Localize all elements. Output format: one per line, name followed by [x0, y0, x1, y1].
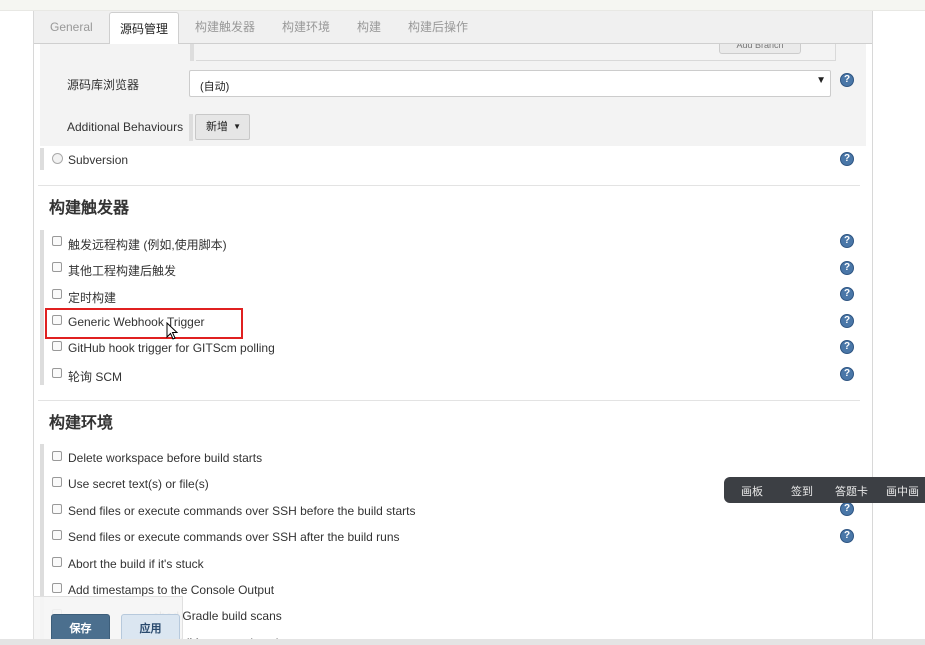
env-ssh-before-label: Send files or execute commands over SSH …: [68, 504, 416, 518]
divider: [38, 400, 860, 401]
help-icon[interactable]: ?: [840, 340, 854, 354]
help-icon[interactable]: ?: [840, 152, 854, 166]
behaviours-indent-bar: [189, 114, 193, 141]
subversion-label: Subversion: [68, 153, 129, 167]
trigger-remote-checkbox[interactable]: [52, 236, 62, 246]
subversion-radio[interactable]: [52, 153, 63, 164]
env-secret-label: Use secret text(s) or file(s): [68, 477, 209, 491]
trigger-after-other-checkbox[interactable]: [52, 262, 62, 272]
build-triggers-title: 构建触发器: [49, 200, 130, 217]
add-behaviour-label: 新增: [206, 121, 228, 133]
branch-indent-bar: [190, 44, 194, 61]
help-icon[interactable]: ?: [840, 314, 854, 328]
tab-build-environment[interactable]: 构建环境: [272, 11, 340, 44]
add-branch-button[interactable]: Add Branch: [719, 44, 801, 54]
scm-indent-bar: [40, 148, 44, 170]
trigger-remote-label: 触发远程构建 (例如,使用脚本): [68, 238, 227, 252]
help-icon[interactable]: ?: [840, 261, 854, 275]
trigger-github-hook-checkbox[interactable]: [52, 341, 62, 351]
env-delete-workspace-label: Delete workspace before build starts: [68, 451, 263, 465]
highlight-box: [45, 308, 243, 339]
repo-browser-value: (自动): [200, 81, 230, 93]
add-behaviour-button[interactable]: 新增 ▼: [195, 114, 250, 140]
toolbar-pip[interactable]: 画中画: [886, 483, 919, 499]
env-secret-checkbox[interactable]: [52, 477, 62, 487]
toolbar-checkin[interactable]: 签到: [791, 483, 813, 499]
tab-bar: General 源码管理 构建触发器 构建环境 构建 构建后操作: [34, 11, 872, 45]
env-delete-workspace-checkbox[interactable]: [52, 451, 62, 461]
env-ssh-before-checkbox[interactable]: [52, 504, 62, 514]
toolbar-whiteboard[interactable]: 画板: [741, 483, 763, 499]
horizontal-scrollbar[interactable]: [0, 639, 925, 645]
help-icon[interactable]: ?: [840, 73, 854, 87]
tab-build[interactable]: 构建: [347, 11, 391, 44]
overlay-toolbar: 画板 签到 答题卡 画中画: [724, 477, 925, 503]
trigger-periodic-label: 定时构建: [68, 291, 117, 305]
tab-general[interactable]: General: [40, 11, 103, 44]
divider: [38, 185, 860, 186]
env-timestamps-checkbox[interactable]: [52, 583, 62, 593]
trigger-after-other-label: 其他工程构建后触发: [68, 264, 177, 278]
mouse-cursor-icon: [166, 322, 179, 340]
help-icon[interactable]: ?: [840, 529, 854, 543]
env-ssh-after-label: Send files or execute commands over SSH …: [68, 530, 400, 544]
tab-scm[interactable]: 源码管理: [109, 12, 180, 45]
trigger-poll-scm-checkbox[interactable]: [52, 368, 62, 378]
help-icon[interactable]: ?: [840, 234, 854, 248]
select-arrow-icon: ▼: [816, 75, 826, 86]
dropdown-caret-icon: ▼: [233, 122, 241, 131]
triggers-indent-bar: [40, 230, 44, 385]
build-environment-title: 构建环境: [49, 415, 114, 432]
repo-browser-label: 源码库浏览器: [67, 78, 140, 92]
env-abort-stuck-checkbox[interactable]: [52, 557, 62, 567]
tab-build-triggers[interactable]: 构建触发器: [185, 11, 265, 44]
env-timestamps-label: Add timestamps to the Console Output: [68, 583, 275, 597]
toolbar-answer-card[interactable]: 答题卡: [835, 483, 868, 499]
tab-post-build[interactable]: 构建后操作: [398, 11, 478, 44]
top-strip: [0, 0, 925, 11]
trigger-periodic-checkbox[interactable]: [52, 289, 62, 299]
additional-behaviours-label: Additional Behaviours: [67, 120, 184, 134]
repo-browser-select[interactable]: (自动) ▼: [189, 70, 831, 97]
trigger-poll-scm-label: 轮询 SCM: [68, 370, 123, 384]
env-abort-stuck-label: Abort the build if it's stuck: [68, 557, 204, 571]
trigger-github-hook-label: GitHub hook trigger for GITScm polling: [68, 341, 275, 355]
env-ssh-after-checkbox[interactable]: [52, 530, 62, 540]
help-icon[interactable]: ?: [840, 287, 854, 301]
help-icon[interactable]: ?: [840, 367, 854, 381]
help-icon[interactable]: ?: [840, 502, 854, 516]
